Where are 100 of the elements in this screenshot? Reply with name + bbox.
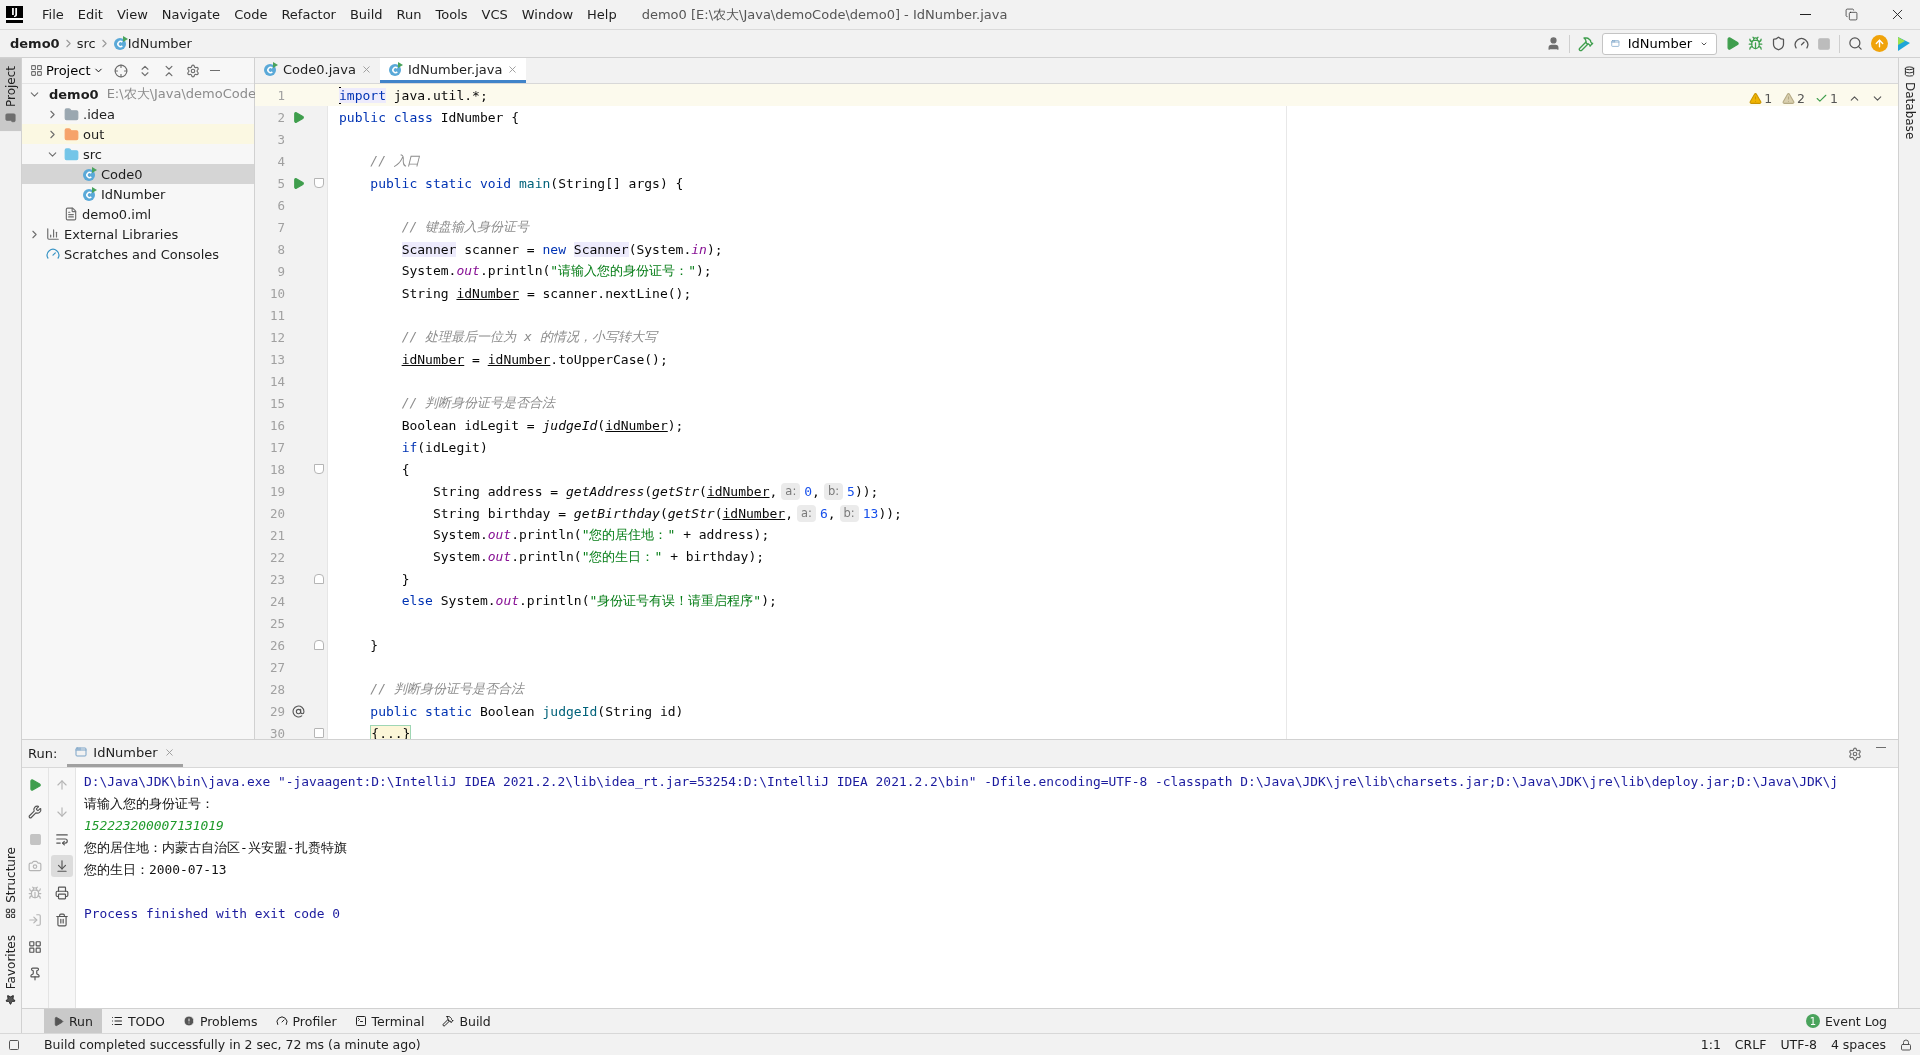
tool-window-button[interactable]: Run [44, 1009, 102, 1033]
run-icon[interactable] [1725, 36, 1740, 51]
close-icon[interactable] [507, 63, 519, 75]
code-text: 5)); [847, 483, 879, 499]
update-icon[interactable] [1871, 35, 1888, 52]
menu-item[interactable]: Edit [70, 4, 110, 25]
tree-item[interactable]: src [22, 144, 254, 164]
side-tab[interactable]: Project [0, 58, 21, 132]
tool-window-button[interactable]: Problems [173, 1009, 267, 1033]
tool-window-button[interactable]: Build [433, 1009, 500, 1033]
code-text: {...} [369, 725, 412, 739]
line-number: 18 [268, 461, 285, 477]
fold-marker[interactable] [314, 574, 324, 584]
settings-icon[interactable] [186, 63, 201, 78]
line-number: 17 [268, 439, 285, 455]
profiler-icon [275, 1015, 288, 1027]
user-icon[interactable] [1546, 36, 1561, 51]
tree-item[interactable]: External Libraries [22, 224, 254, 244]
console-line: D:\Java\JDK\bin\java.exe "-javaagent:D:\IntelliJ IDEA 2021.2.2\lib\idea_rt.jar=53254:D:\IntelliJ IDEA 2021.2.2\bin" -Dfile.encoding=UTF-8 -classpath D:\Java\JDK\jre\lib\charsets.jar;D:\Java\JDK\jre\lib\deploy.jar;D:\Java\JDK\j [84, 773, 1839, 791]
arrow-up-icon [55, 778, 69, 792]
status-item[interactable]: CRLF [1734, 1037, 1767, 1052]
profiler-icon[interactable] [1794, 36, 1809, 51]
wrench-icon [28, 805, 42, 819]
tool-window-button[interactable]: Profiler [266, 1009, 346, 1033]
locate-icon[interactable] [114, 63, 129, 78]
scroll-to-end-button[interactable] [51, 855, 73, 877]
class-icon [387, 61, 403, 77]
tree-item[interactable]: out [22, 124, 254, 144]
hammer-icon[interactable] [1578, 35, 1594, 52]
run-tab[interactable]: IdNumber [67, 740, 183, 767]
menu-item[interactable]: Build [342, 4, 390, 25]
console-line: Process finished with exit code 0 [84, 905, 342, 923]
editor-tab[interactable]: IdNumber.java [379, 58, 527, 83]
line-number: 30 [268, 725, 285, 739]
side-tab[interactable]: Structure [0, 838, 21, 927]
at-sign-icon[interactable] [291, 704, 305, 718]
tree-item[interactable]: Scratches and Consoles [22, 244, 254, 264]
menu-item[interactable]: Refactor [274, 4, 343, 25]
code-text: } [400, 571, 410, 587]
tree-item[interactable]: IdNumber [22, 184, 254, 204]
menu-item[interactable]: View [109, 4, 155, 25]
code-text: if(idLegit) [400, 439, 488, 455]
project-view-dropdown[interactable]: Project [30, 63, 105, 78]
bug-icon [28, 886, 42, 900]
wrap-icon [55, 832, 69, 846]
menu-item[interactable]: Run [389, 4, 429, 25]
run-configuration-dropdown[interactable]: IdNumber [1602, 32, 1717, 55]
editor-tab[interactable]: Code0.java [255, 58, 380, 83]
tree-item[interactable]: demo0.iml [22, 204, 254, 224]
menu-item[interactable]: Code [227, 4, 275, 25]
window-icon [75, 746, 88, 758]
line-number: 4 [276, 153, 285, 169]
side-tab[interactable]: Favorites [0, 926, 21, 1013]
class-icon [82, 186, 97, 202]
status-item[interactable]: 1:1 [1700, 1037, 1721, 1052]
status-item[interactable]: 4 spaces [1830, 1037, 1886, 1052]
coverage-icon[interactable] [1771, 36, 1786, 51]
code-text: 13)); [862, 505, 902, 521]
breadcrumb-item[interactable]: src [76, 36, 96, 51]
parameter-hint: b: [823, 482, 844, 500]
menu-item[interactable]: Navigate [154, 4, 228, 25]
arrow-down-icon [55, 805, 69, 819]
fold-marker[interactable] [314, 640, 324, 650]
menu-item[interactable]: Tools [428, 4, 475, 25]
menu-item[interactable]: File [35, 4, 71, 25]
side-tab[interactable]: Database [1899, 58, 1920, 148]
status-item[interactable]: UTF-8 [1780, 1037, 1817, 1052]
tree-item[interactable]: .idea [22, 104, 254, 124]
close-icon[interactable] [163, 746, 175, 758]
menu-item[interactable]: VCS [474, 4, 515, 25]
breadcrumb-item[interactable]: demo0 [10, 36, 60, 51]
menu-item[interactable]: Help [580, 4, 624, 25]
inspection-count: 1 [1764, 91, 1773, 106]
fold-marker[interactable] [314, 464, 324, 474]
tool-window-button[interactable]: Terminal [345, 1009, 434, 1033]
fold-marker[interactable] [314, 728, 324, 738]
settings-icon[interactable] [1848, 746, 1862, 761]
tree-item[interactable]: demo0 E:\农大\Java\demoCode [22, 84, 254, 104]
search-icon[interactable] [1848, 36, 1863, 51]
scroll-down-icon [55, 859, 69, 873]
line-number: 15 [268, 395, 285, 411]
line-number: 11 [268, 307, 285, 323]
code-text: Scanner scanner = new Scanner(System.in); [400, 241, 723, 257]
menu-item[interactable]: Window [514, 4, 581, 25]
run-icon[interactable] [291, 110, 305, 124]
close-icon[interactable] [360, 63, 372, 75]
tree-item[interactable]: Code0 [22, 164, 254, 184]
layout-icon[interactable] [8, 1038, 20, 1051]
tool-window-button[interactable]: TODO [101, 1009, 174, 1033]
plugin-icon[interactable] [1896, 35, 1912, 52]
problems-icon [182, 1015, 195, 1027]
code-text: public static void main(String[] args) { [369, 175, 684, 191]
breadcrumb-item[interactable]: IdNumber [127, 36, 192, 51]
lock-icon[interactable] [1900, 1038, 1912, 1051]
debug-icon[interactable] [1748, 36, 1763, 51]
fold-marker[interactable] [314, 178, 324, 188]
stop-icon[interactable] [1817, 36, 1831, 51]
run-icon[interactable] [291, 176, 305, 190]
code-text: String idNumber = scanner.nextLine(); [400, 285, 692, 301]
event-log-button[interactable]: 1 Event Log [1796, 1009, 1896, 1033]
